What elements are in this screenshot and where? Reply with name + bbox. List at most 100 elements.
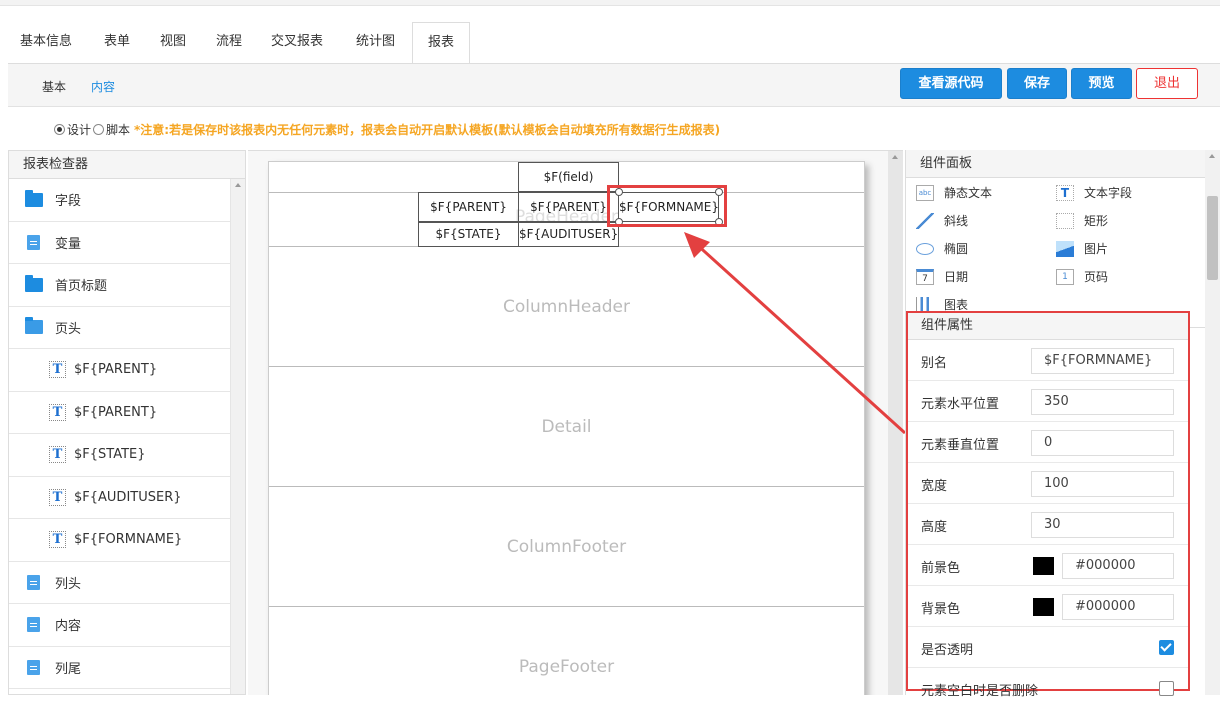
properties-panel: 组件属性 别名 $F{FORMNAME} 元素水平位置 350 元素垂直位置 0… [906, 311, 1190, 699]
background-swatch[interactable] [1033, 598, 1054, 616]
audituser-cell[interactable]: $F{AUDITUSER} [518, 222, 619, 247]
foreground-swatch[interactable] [1033, 557, 1054, 575]
tree-item-formname[interactable]: T $F{FORMNAME} [9, 519, 231, 562]
alias-input[interactable]: $F{FORMNAME} [1031, 348, 1174, 374]
component-rectangle[interactable]: 矩形 [1056, 212, 1108, 229]
subnav-basic[interactable]: 基本 [42, 78, 66, 95]
exit-button[interactable]: 退出 [1136, 68, 1198, 99]
tree-item-audituser[interactable]: T $F{AUDITUSER} [9, 477, 231, 519]
static-text-icon: abc [916, 184, 934, 201]
tree-item-label: 页头 [55, 321, 82, 337]
tree-item-column-footer[interactable]: 列尾 [9, 647, 231, 689]
component-label: 图片 [1084, 242, 1109, 256]
component-static-text[interactable]: abc 静态文本 [916, 184, 992, 201]
document-icon [27, 617, 40, 633]
text-field-icon: T [49, 361, 66, 379]
tree-item-label: 变量 [55, 236, 82, 252]
top-border [0, 0, 1220, 6]
prop-label: 元素垂直位置 [921, 438, 1000, 453]
component-page-number[interactable]: 1 页码 [1056, 268, 1108, 285]
tree-item-column-header[interactable]: 列头 [9, 562, 231, 604]
date-icon: 7 [916, 268, 934, 285]
script-radio[interactable] [93, 123, 105, 135]
image-icon [1056, 240, 1074, 257]
tree-item-label: 内容 [55, 619, 82, 635]
tab-cross-report[interactable]: 交叉报表 [271, 22, 323, 64]
component-label: 静态文本 [944, 186, 993, 200]
selection-highlight [607, 185, 727, 227]
tab-flow[interactable]: 流程 [216, 22, 242, 64]
component-label: 日期 [944, 270, 969, 284]
prop-label: 前景色 [921, 561, 961, 576]
tree-item-state[interactable]: T $F{STATE} [9, 434, 231, 477]
prop-alias: 别名 $F{FORMNAME} [908, 340, 1188, 381]
parent-cell-2[interactable]: $F{PARENT} [518, 192, 619, 222]
prop-remove-blank: 元素空白时是否删除 [908, 668, 1188, 709]
tab-bar: 基本信息 表单 视图 流程 交叉报表 统计图 报表 [8, 22, 1220, 65]
inspector-scrollbar[interactable] [230, 179, 245, 694]
component-ellipse[interactable]: 椭圆 [916, 240, 968, 257]
component-label: 斜线 [944, 214, 969, 228]
component-line[interactable]: 斜线 [916, 212, 968, 229]
prop-label: 是否透明 [921, 643, 974, 658]
background-color-input[interactable]: #000000 [1062, 594, 1174, 620]
tree-item-variable[interactable]: 变量 [9, 222, 231, 264]
scroll-thumb[interactable] [1207, 196, 1218, 280]
x-position-input[interactable]: 350 [1031, 389, 1174, 415]
preview-button[interactable]: 预览 [1071, 68, 1132, 99]
rectangle-icon [1056, 212, 1074, 229]
scroll-up-icon[interactable] [1209, 154, 1215, 158]
save-button[interactable]: 保存 [1007, 68, 1067, 99]
component-label: 椭圆 [944, 242, 969, 256]
view-source-button[interactable]: 查看源代码 [900, 68, 1002, 99]
tree-item-label: 字段 [55, 194, 82, 210]
transparent-checkbox[interactable] [1159, 640, 1174, 655]
script-label: 脚本 [106, 122, 131, 137]
tab-report[interactable]: 报表 [412, 22, 470, 65]
tree-item-field[interactable]: 字段 [9, 179, 231, 222]
band-column-footer[interactable]: ColumnFooter [269, 487, 864, 607]
right-scrollbar[interactable] [1205, 150, 1220, 695]
component-image[interactable]: 图片 [1056, 240, 1108, 257]
field-cell[interactable]: $F(field) [518, 162, 619, 192]
folder-icon [25, 189, 43, 207]
foreground-color-input[interactable]: #000000 [1062, 553, 1174, 579]
tree-item-parent-1[interactable]: T $F{PARENT} [9, 349, 231, 392]
y-position-input[interactable]: 0 [1031, 430, 1174, 456]
prop-x: 元素水平位置 350 [908, 381, 1188, 422]
band-page-footer[interactable]: PageFooter [269, 607, 864, 695]
tree-item-label: 列尾 [55, 661, 82, 677]
prop-foreground: 前景色 #000000 [908, 545, 1188, 586]
scroll-up-icon[interactable] [235, 183, 241, 187]
document-icon [27, 234, 40, 250]
prop-label: 背景色 [921, 602, 961, 617]
tree-item-detail[interactable]: 内容 [9, 604, 231, 647]
tab-chart[interactable]: 统计图 [356, 22, 395, 64]
document-icon [27, 574, 40, 590]
height-input[interactable]: 30 [1031, 512, 1174, 538]
parent-cell-1[interactable]: $F{PARENT} [418, 192, 519, 222]
tree-item-label: $F{AUDITUSER} [74, 489, 182, 505]
text-field-icon: T [49, 488, 66, 506]
tab-view[interactable]: 视图 [160, 22, 186, 64]
text-field-icon: T [49, 446, 66, 464]
component-text-field[interactable]: T 文本字段 [1056, 184, 1132, 201]
text-field-icon: T [1056, 184, 1074, 201]
remove-blank-checkbox[interactable] [1159, 681, 1174, 696]
tree-item-label: $F{PARENT} [74, 404, 158, 420]
properties-title: 组件属性 [908, 313, 1188, 340]
state-cell[interactable]: $F{STATE} [418, 222, 519, 247]
tree-item-page-header[interactable]: 页头 [9, 307, 231, 349]
width-input[interactable]: 100 [1031, 471, 1174, 497]
band-label: ColumnFooter [506, 537, 627, 557]
scroll-up-icon[interactable] [892, 155, 898, 159]
design-radio[interactable] [54, 123, 65, 135]
tab-form[interactable]: 表单 [104, 22, 130, 64]
tree-item-title[interactable]: 首页标题 [9, 264, 231, 307]
prop-y: 元素垂直位置 0 [908, 422, 1188, 463]
tab-basic-info[interactable]: 基本信息 [20, 22, 72, 64]
subnav-content[interactable]: 内容 [91, 78, 115, 95]
tree-item-parent-2[interactable]: T $F{PARENT} [9, 392, 231, 434]
component-date[interactable]: 7 日期 [916, 268, 968, 285]
document-icon [27, 659, 40, 675]
